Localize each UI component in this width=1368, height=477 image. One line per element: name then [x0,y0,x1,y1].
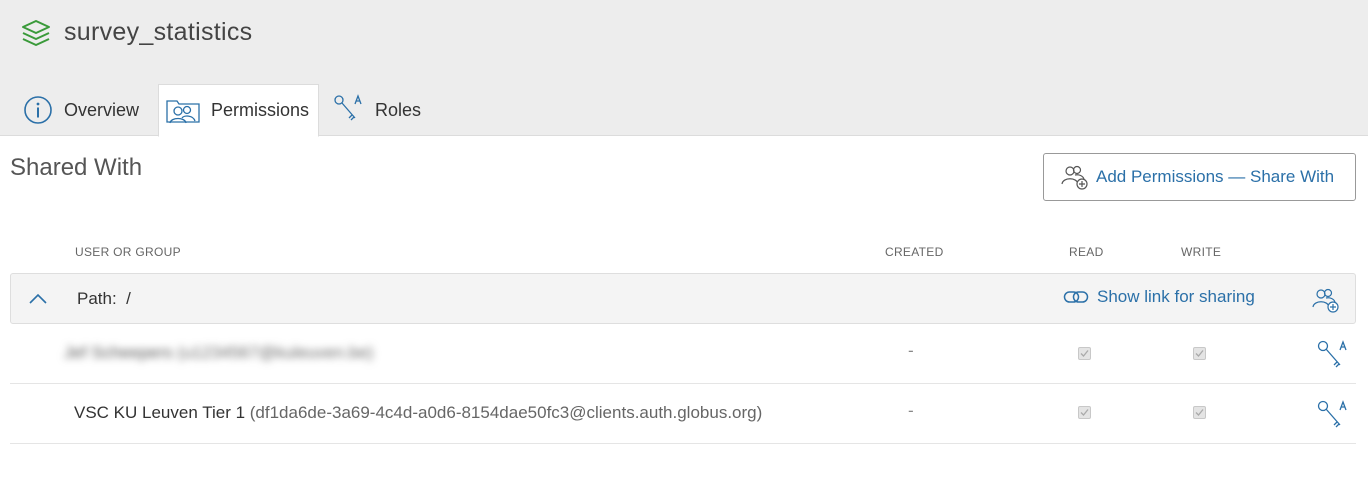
tab-permissions[interactable]: Permissions [158,84,319,137]
roles-key-icon[interactable] [1316,398,1350,432]
info-icon [22,94,54,126]
add-user-icon[interactable] [1311,285,1341,315]
read-checkbox[interactable] [1078,406,1091,419]
tab-roles[interactable]: Roles [333,84,421,136]
user-identity: Jef Scheepers (u1234567@kuleuven.be) [64,343,373,363]
user-name: Jef Scheepers [64,343,173,362]
created-value: - [908,401,914,420]
stack-layers-icon [22,20,50,46]
column-header-read: READ [1069,245,1104,259]
section-title: Shared With [10,154,143,181]
tab-overview-label: Overview [64,99,140,120]
roles-key-icon[interactable] [1316,338,1350,372]
table-row: Jef Scheepers (u1234567@kuleuven.be) - [10,325,1356,384]
link-icon [1063,291,1089,303]
add-permissions-label: Add Permissions — Share With [1096,167,1335,186]
tab-roles-label: Roles [375,99,422,120]
add-permissions-button[interactable]: Add Permissions — Share With [1043,153,1356,201]
users-folder-icon [165,95,201,127]
chevron-up-icon[interactable] [27,288,49,310]
table-row: VSC KU Leuven Tier 1 (df1da6de-3a69-4c4d… [10,385,1356,444]
column-header-user: USER OR GROUP [75,245,181,259]
created-value: - [908,341,914,360]
user-id: (u1234567@kuleuven.be) [177,343,374,362]
page-title: survey_statistics [64,18,253,46]
write-checkbox[interactable] [1193,406,1206,419]
user-name: VSC KU Leuven Tier 1 [74,403,246,422]
write-checkbox[interactable] [1193,347,1206,360]
column-header-write: WRITE [1181,245,1222,259]
user-identity: VSC KU Leuven Tier 1 (df1da6de-3a69-4c4d… [74,403,762,423]
add-user-icon [1061,165,1088,190]
read-checkbox[interactable] [1078,347,1091,360]
show-link-for-sharing[interactable]: Show link for sharing [1063,287,1255,307]
tab-permissions-label: Permissions [211,100,310,120]
user-id: (df1da6de-3a69-4c4d-a0d6-8154dae50fc3@cl… [249,403,763,422]
app-header: survey_statistics Overview Permissions R… [0,0,1368,137]
tab-overview[interactable]: Overview [22,84,139,136]
keys-icon [333,94,365,126]
path-row: Path: / Show link for sharing [10,273,1356,324]
show-link-label: Show link for sharing [1097,287,1255,306]
path-label: Path: / [77,289,131,308]
column-header-created: CREATED [885,245,944,259]
